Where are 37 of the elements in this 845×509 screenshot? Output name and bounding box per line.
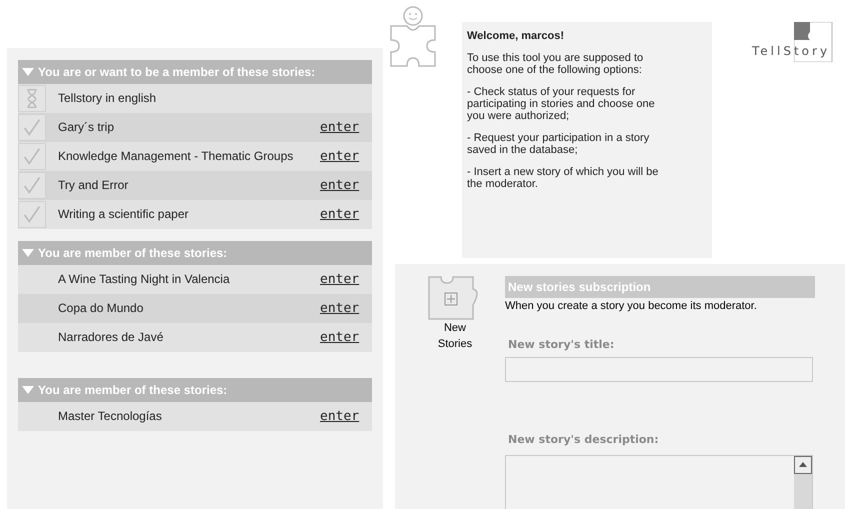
enter-link[interactable]: enter [320, 270, 360, 290]
triangle-down-icon [22, 386, 34, 394]
welcome-paragraph: - Check status of your requests for participating in stories and choose one you were authorized; [467, 86, 656, 122]
story-name: Narradores de Javé [58, 329, 164, 346]
enter-link[interactable]: enter [320, 298, 360, 318]
enter-link[interactable]: enter [320, 176, 360, 196]
enter-link[interactable]: enter [320, 406, 360, 426]
story-name: Writing a scientific paper [58, 206, 190, 223]
title-label: New story's title: [508, 336, 616, 352]
story-name: Knowledge Management - Thematic Groups [58, 148, 294, 165]
section-title: You are member of these stories: [38, 382, 228, 399]
enter-link[interactable]: enter [320, 146, 360, 166]
welcome-paragraph: To use this tool you are supposed to choose one of the following options: [467, 52, 644, 76]
smiling-puzzle-icon [389, 4, 437, 70]
triangle-down-icon [22, 249, 34, 257]
scroll-up-icon[interactable] [794, 456, 812, 474]
welcome-heading: Welcome, marcos! [467, 30, 566, 42]
story-name: Gary´s trip [58, 119, 116, 136]
tellstory-logo: Tell Story [752, 22, 840, 70]
story-name: Try and Error [58, 177, 130, 194]
story-name: Copa do Mundo [58, 300, 144, 317]
moderator-note: When you create a story you become its moderator. [505, 299, 758, 314]
section-title: You are or want to be a member of these stories: [38, 64, 316, 81]
welcome-paragraph: - Insert a new story of which you will be the moderator. [467, 166, 660, 190]
story-name: Tellstory in english [58, 90, 158, 107]
welcome-paragraph: - Request your participation in a story saved in the database; [467, 132, 650, 156]
enter-link[interactable]: enter [320, 328, 360, 348]
description-field[interactable] [505, 454, 813, 509]
new-stories-label[interactable]: New Stories [435, 320, 475, 352]
section-title: You are member of these stories: [38, 245, 228, 262]
title-field[interactable] [505, 357, 813, 382]
story-name: Master Tecnologías [58, 408, 163, 425]
story-name: A Wine Tasting Night in Valencia [58, 271, 231, 288]
description-label: New story's description: [508, 432, 660, 448]
enter-link[interactable]: enter [320, 204, 360, 224]
triangle-down-icon [22, 68, 34, 76]
enter-link[interactable]: enter [320, 118, 360, 138]
